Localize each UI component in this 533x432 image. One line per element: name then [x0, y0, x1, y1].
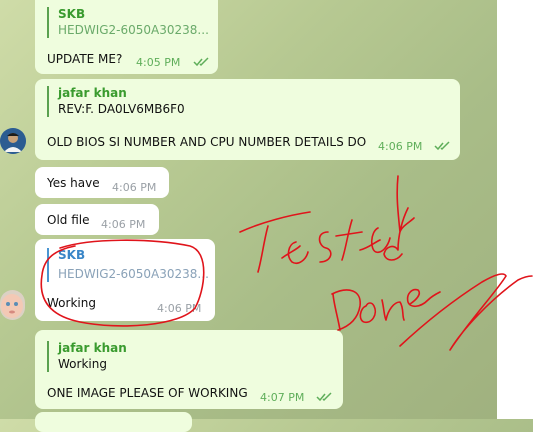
message-text: UPDATE ME?: [47, 52, 123, 66]
reply-author: jafar khan: [58, 86, 127, 100]
chat-area: SKB HEDWIG2-6050A30238... UPDATE ME? 4:0…: [0, 0, 497, 432]
message-time: 4:06 PM: [157, 302, 202, 315]
reply-snippet: HEDWIG2-6050A30238...: [58, 23, 209, 37]
message-text: Yes have: [47, 176, 100, 190]
message-bubble[interactable]: Yes have 4:06 PM: [35, 167, 169, 198]
avatar[interactable]: [0, 290, 25, 320]
double-check-icon: [316, 392, 332, 402]
message-time: 4:06 PM: [112, 181, 157, 194]
message-bubble[interactable]: SKB HEDWIG2-6050A30238... Working 4:06 P…: [35, 239, 215, 321]
message-bubble[interactable]: jafar khan REV:F. DA0LV6MB6F0 OLD BIOS S…: [35, 79, 460, 160]
reply-author: jafar khan: [58, 341, 127, 355]
message-text: OLD BIOS SI NUMBER AND CPU NUMBER DETAIL…: [47, 135, 367, 149]
avatar-image: [0, 128, 26, 154]
reply-author: SKB: [58, 248, 86, 262]
message-text: ONE IMAGE PLEASE OF WORKING: [47, 386, 248, 400]
message-time: 4:06 PM: [378, 140, 423, 153]
reply-preview[interactable]: SKB HEDWIG2-6050A30238...: [47, 7, 209, 38]
message-bubble[interactable]: Old file 4:06 PM: [35, 204, 159, 235]
reply-snippet: HEDWIG2-6050A30238...: [58, 267, 209, 281]
message-time: 4:05 PM: [136, 56, 181, 69]
reply-preview[interactable]: jafar khan Working: [47, 341, 127, 372]
reply-preview[interactable]: SKB HEDWIG2-6050A30238...: [47, 248, 216, 282]
double-check-icon: [193, 57, 209, 67]
message-text: Old file: [47, 213, 90, 227]
message-bubble-bottom-partial[interactable]: [35, 412, 192, 432]
reply-author: SKB: [58, 7, 86, 21]
reply-snippet: REV:F. DA0LV6MB6F0: [58, 102, 185, 116]
message-time: 4:06 PM: [101, 218, 146, 231]
message-text: Working: [47, 296, 96, 310]
avatar[interactable]: [0, 128, 26, 154]
message-bubble[interactable]: jafar khan Working ONE IMAGE PLEASE OF W…: [35, 330, 343, 409]
right-panel: [497, 0, 533, 419]
double-check-icon: [434, 141, 450, 151]
message-time: 4:07 PM: [260, 391, 305, 404]
avatar-image: [0, 290, 25, 320]
message-bubble-top-partial[interactable]: SKB HEDWIG2-6050A30238... UPDATE ME? 4:0…: [35, 0, 218, 74]
reply-snippet: Working: [58, 357, 107, 371]
reply-preview[interactable]: jafar khan REV:F. DA0LV6MB6F0: [47, 86, 185, 117]
